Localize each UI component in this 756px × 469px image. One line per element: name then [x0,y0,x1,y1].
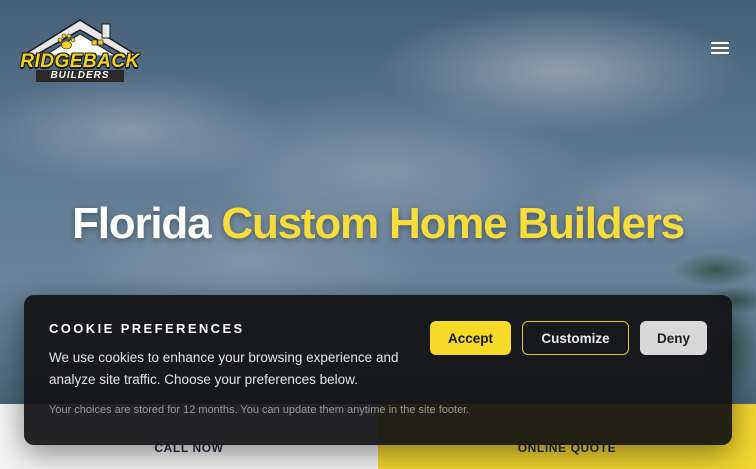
ridgeback-logo[interactable]: RIDGEBACK BUILDERS [14,16,146,82]
cookie-description: We use cookies to enhance your browsing … [49,350,399,387]
cookie-banner: COOKIE PREFERENCES We use cookies to enh… [24,295,732,445]
hero-title: Florida Custom Home Builders [0,196,756,252]
logo-subtext: BUILDERS [36,70,124,82]
accept-button[interactable]: Accept [430,321,511,355]
cookie-title: COOKIE PREFERENCES [49,321,245,336]
house-roof-icon [20,19,140,56]
customize-button[interactable]: Customize [522,321,629,355]
site-header: RIDGEBACK BUILDERS [0,0,756,96]
hero-title-white: Florida [72,199,211,248]
hamburger-menu-icon[interactable] [706,38,734,60]
logo-text: RIDGEBACK [20,51,140,72]
hero-title-yellow: Custom Home Builders [221,199,685,248]
deny-button[interactable]: Deny [640,321,707,355]
cookie-note: Your choices are stored for 12 months. Y… [49,404,470,416]
